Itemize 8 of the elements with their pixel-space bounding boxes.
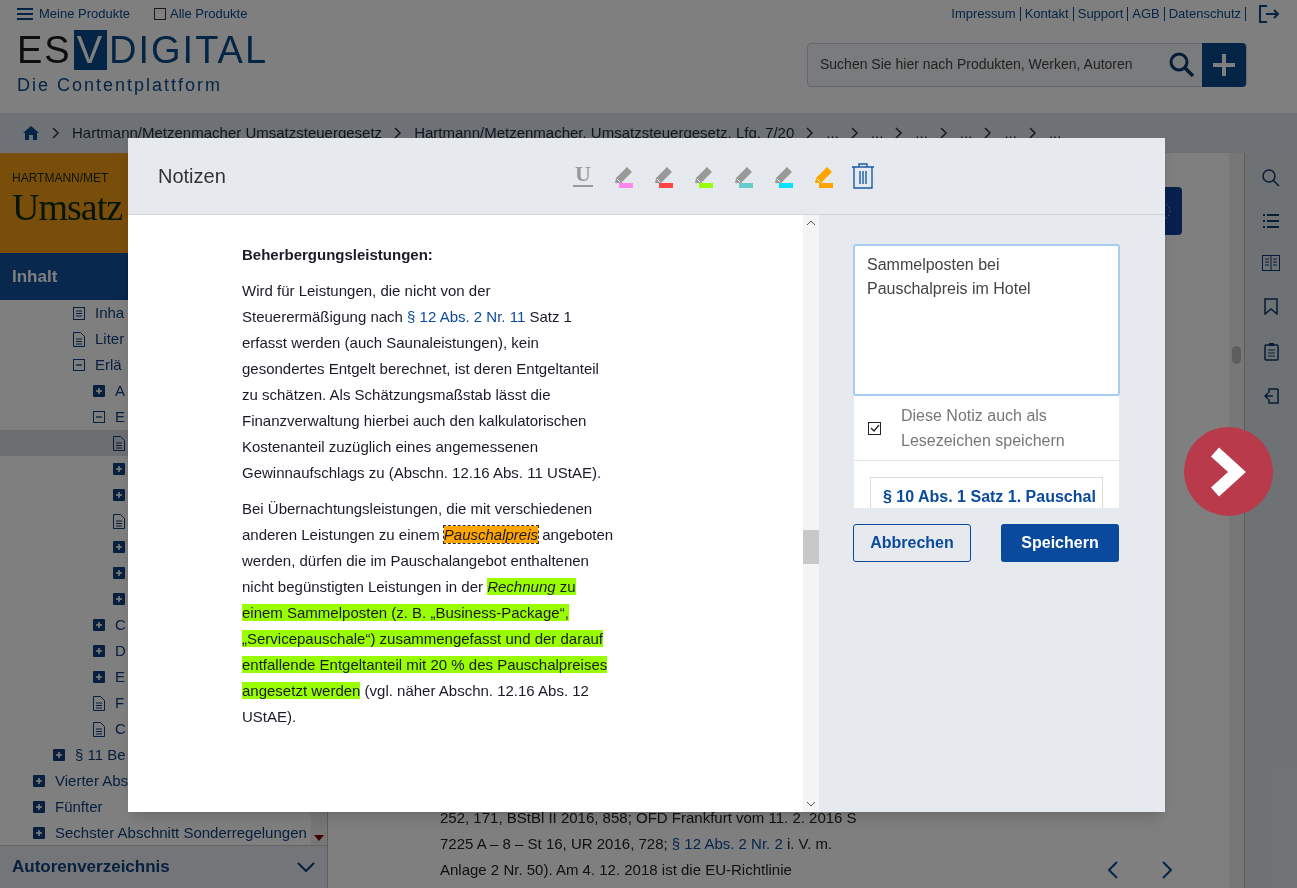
body-paragraph: Bei Übernachtungsleistungen, die mit verschiedenen anderen Leistungen zu einem Pauschalpreis angeboten werden, dürfen die im Pauschalangebot enthaltenen nicht begünstigten Leistungen in der Rechnung zu einem Sammelposten (z. B. „Business-Package“, „Servicepauschale“) zusammengefasst und der darauf entfallende Entgeltanteil mit 20 % des Pauschalpreises angesetzt werden (vgl. näher Abschn. 12.16 Abs. 12 UStAE). (242, 499, 615, 727)
book-author: HARTMANN/MET (12, 170, 109, 187)
section-heading: Beherbergungsleistungen: (242, 245, 434, 265)
checkbox-label: Alle Produkte (170, 5, 248, 24)
checkbox-label: Diese Notiz auch als Lesezeichen speichern (901, 406, 1066, 451)
book-title: Umsatz (12, 187, 123, 227)
body-paragraph: Wird für Leistungen, die nicht von der Steuerermäßigung nach § 12 Abs. 2 Nr. 11 Satz 1 erfasst werden (auch Saunaleistungen), kein gesondertes Entgelt berechnet, ist deren Entgeltanteil zu schätzen. Als Schätzungsmaßstab lässt die Finanzverwaltung hierbei auch den kalkulatorischen Kostenanteil zuzüglich eines angemessenen Gewinnaufschlags zu (Abschn. 12.16 Abs. 11 UStAE). (242, 281, 603, 483)
dialog-title: Notizen (158, 164, 227, 189)
